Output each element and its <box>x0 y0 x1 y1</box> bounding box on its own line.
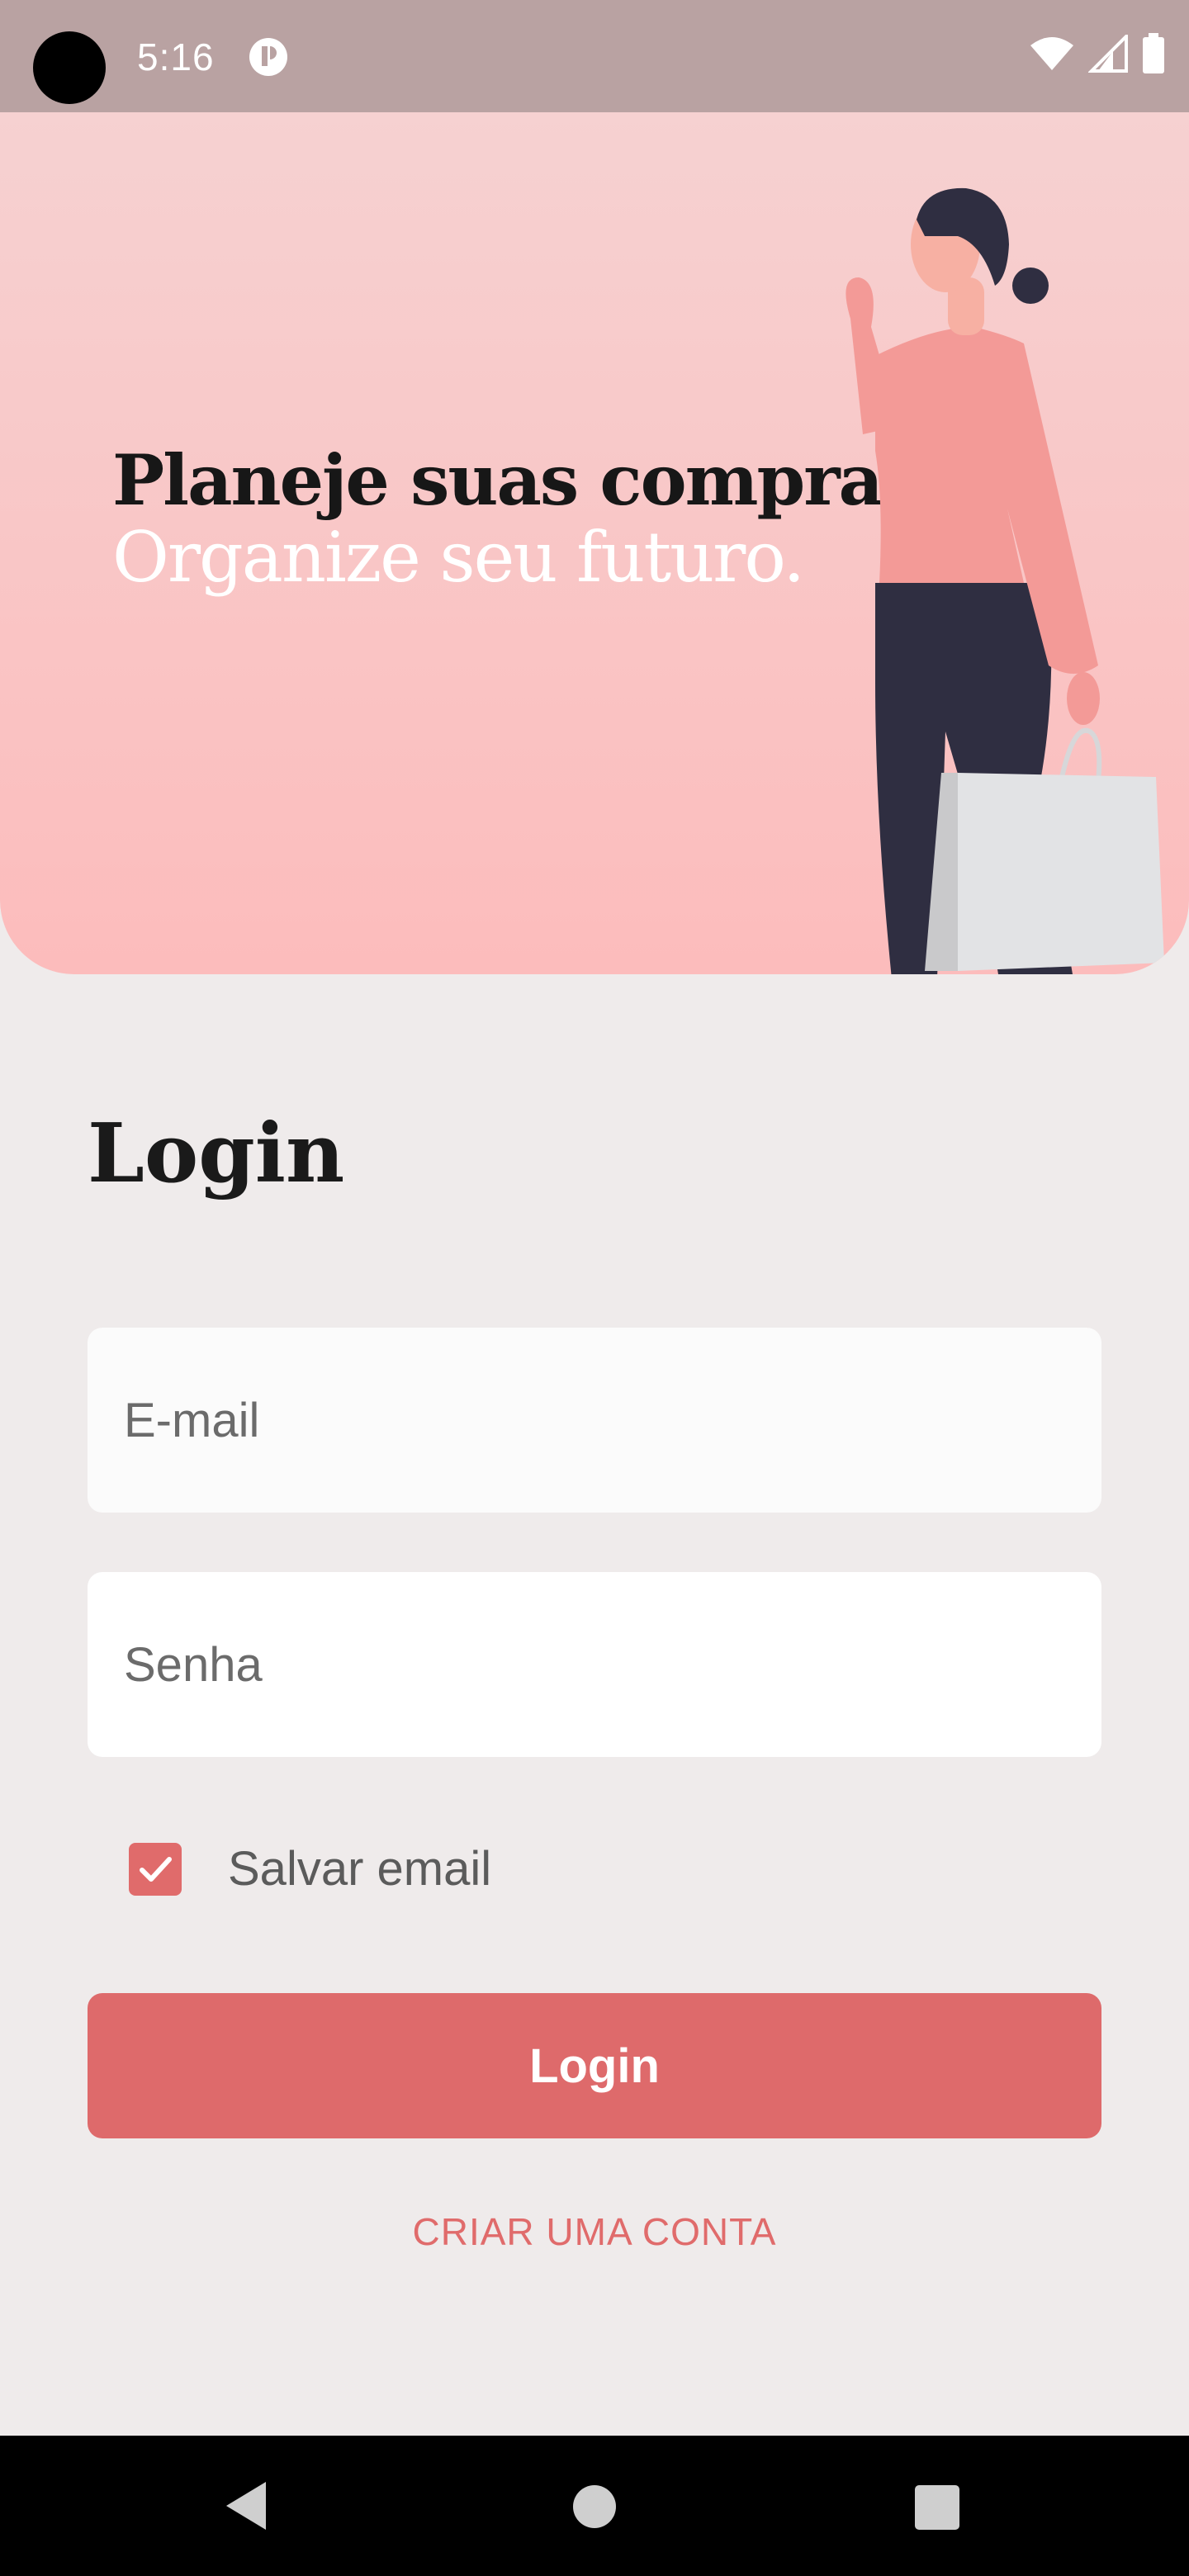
checkmark-icon <box>140 1856 172 1882</box>
remember-email-checkbox[interactable] <box>129 1842 182 1896</box>
password-field[interactable] <box>88 1572 1101 1757</box>
create-account-link[interactable]: CRIAR UMA CONTA <box>0 2209 1189 2254</box>
signal-icon <box>1088 35 1128 73</box>
remember-email-label: Salvar email <box>228 1842 492 1896</box>
email-field[interactable] <box>88 1328 1101 1513</box>
back-icon[interactable] <box>223 2477 272 2535</box>
status-bar: 5:16 <box>0 0 1189 112</box>
home-icon[interactable] <box>573 2485 616 2528</box>
battery-icon <box>1143 33 1164 73</box>
login-heading: Login <box>88 1106 345 1201</box>
status-icons <box>1029 33 1166 74</box>
login-screen: 5:16 Planeje suas compras. Organize seu … <box>0 0 1189 2576</box>
app-notification-icon <box>249 38 287 76</box>
camera-cutout <box>33 31 106 104</box>
system-nav-bar <box>0 2436 1189 2576</box>
shopping-woman-illustration <box>846 187 1164 974</box>
status-time: 5:16 <box>137 36 215 78</box>
wifi-icon <box>1030 37 1073 70</box>
login-button[interactable]: Login <box>88 1993 1101 2138</box>
remember-email-row[interactable]: Salvar email <box>129 1841 491 1896</box>
recents-icon[interactable] <box>915 2485 959 2530</box>
hero-subtitle: Organize seu futuro. <box>112 517 805 598</box>
hero-banner: Planeje suas compras. Organize seu futur… <box>0 112 1189 974</box>
